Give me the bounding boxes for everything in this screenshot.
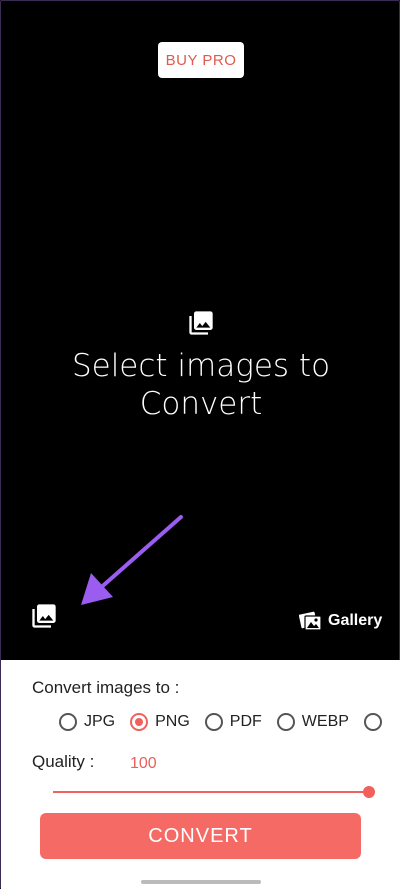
convert-to-label: Convert images to : bbox=[32, 678, 180, 697]
format-option-webp[interactable]: WEBP bbox=[276, 713, 349, 731]
format-option-more[interactable] bbox=[363, 713, 389, 731]
format-option-png[interactable]: PNG bbox=[130, 713, 190, 731]
annotation-arrow-icon bbox=[81, 515, 183, 605]
radio-more[interactable] bbox=[363, 713, 382, 731]
format-option-jpg[interactable]: JPG bbox=[59, 713, 115, 731]
gallery-label: Gallery bbox=[328, 612, 383, 629]
format-label-png: PNG bbox=[155, 713, 190, 730]
format-label-jpg: JPG bbox=[84, 713, 116, 730]
gallery-button[interactable]: Gallery bbox=[299, 608, 382, 634]
image-gallery-icon[interactable] bbox=[187, 309, 215, 337]
convert-button[interactable]: CONVERT bbox=[40, 813, 361, 859]
image-picker-icon[interactable] bbox=[30, 602, 58, 630]
format-option-pdf[interactable]: PDF bbox=[204, 713, 262, 731]
radio-png[interactable] bbox=[130, 713, 149, 731]
format-label-pdf: PDF bbox=[229, 713, 262, 730]
select-images-title: Select images to Convert bbox=[71, 348, 331, 422]
buy-pro-button[interactable]: BUY PRO bbox=[158, 42, 244, 78]
slider-fill bbox=[53, 791, 369, 793]
quality-slider[interactable] bbox=[53, 785, 375, 799]
quality-label: Quality : bbox=[32, 752, 95, 771]
conversion-panel: Convert images to : JPG PNG PDF WEBP Qua… bbox=[1, 660, 400, 889]
gallery-photos-icon bbox=[299, 611, 322, 631]
quality-value: 100 bbox=[130, 755, 157, 772]
radio-webp[interactable] bbox=[276, 713, 295, 731]
radio-jpg[interactable] bbox=[59, 713, 77, 731]
slider-thumb[interactable] bbox=[363, 786, 375, 798]
format-options: JPG PNG PDF WEBP bbox=[59, 710, 400, 734]
home-indicator bbox=[141, 880, 261, 884]
format-label-webp: WEBP bbox=[301, 713, 349, 730]
radio-pdf[interactable] bbox=[204, 713, 223, 731]
app-screen: BUY PRO Select images to Convert Gallery… bbox=[0, 0, 400, 889]
